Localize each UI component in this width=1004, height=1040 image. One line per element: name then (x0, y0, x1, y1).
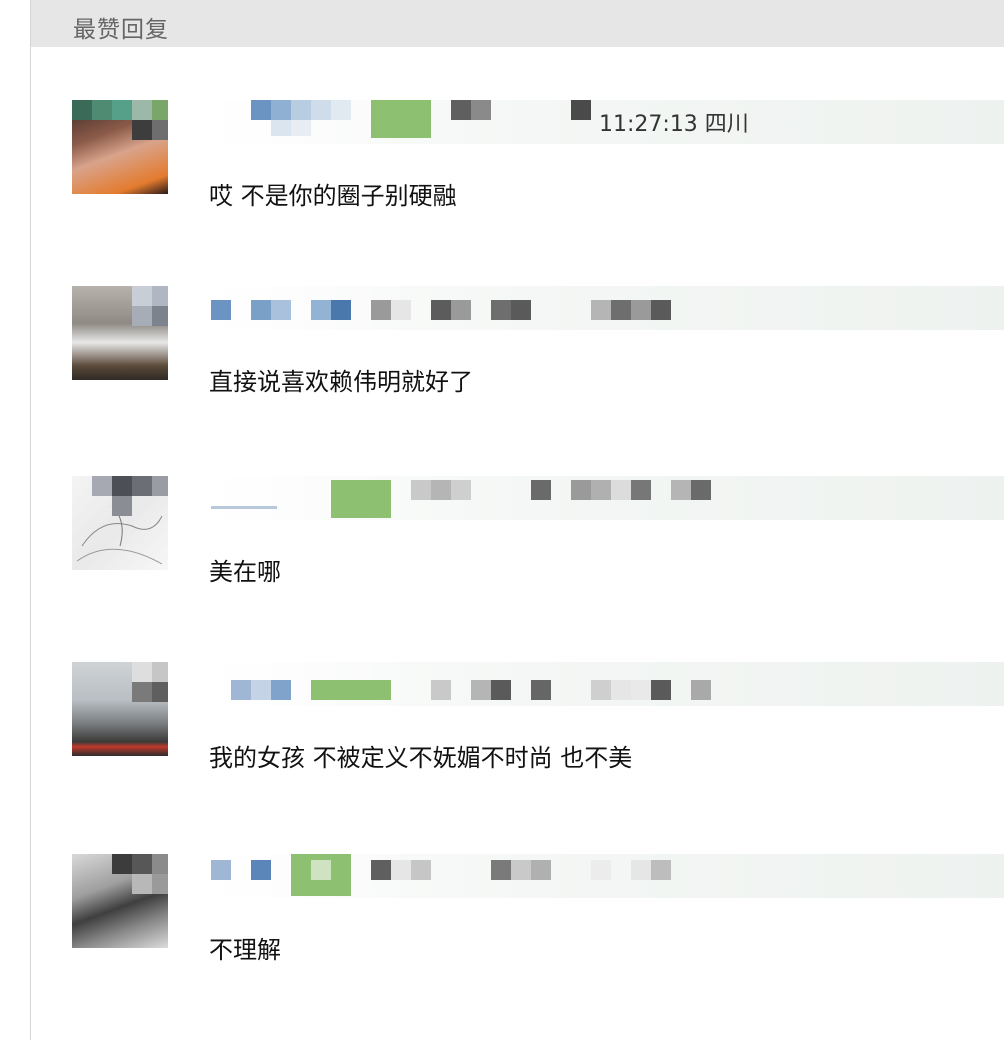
blurred-username (209, 286, 1004, 330)
comment-text: 哎 不是你的圈子别硬融 (209, 182, 457, 210)
comment-item: 直接说喜欢赖伟明就好了 (31, 286, 1004, 416)
comment-item: 美在哪 (31, 476, 1004, 606)
panel-header: 最赞回复 (31, 0, 1004, 47)
avatar[interactable] (72, 854, 168, 948)
panel-title: 最赞回复 (73, 17, 169, 43)
blurred-username (209, 476, 1004, 520)
comment-text: 美在哪 (209, 558, 281, 586)
comment-item: 11:27:13 四川 哎 不是你的圈子别硬融 (31, 100, 1004, 230)
comment-text: 直接说喜欢赖伟明就好了 (209, 368, 473, 396)
comment-time: 11:27:13 四川 (599, 112, 749, 137)
comment-text: 不理解 (209, 936, 281, 964)
avatar[interactable] (72, 476, 168, 570)
hot-replies-panel: 最赞回复 11:27:13 四川 哎 不是你的圈子别硬融 直接说喜欢赖伟明就好了… (30, 0, 1004, 1040)
blurred-username: 11:27:13 四川 (209, 100, 1004, 144)
comment-item: 不理解 (31, 854, 1004, 984)
avatar[interactable] (72, 100, 168, 194)
comment-text: 我的女孩 不被定义不妩媚不时尚 也不美 (209, 744, 633, 772)
avatar[interactable] (72, 286, 168, 380)
blurred-username (209, 854, 1004, 898)
avatar[interactable] (72, 662, 168, 756)
blurred-username (209, 662, 1004, 706)
comment-item: 我的女孩 不被定义不妩媚不时尚 也不美 (31, 662, 1004, 792)
